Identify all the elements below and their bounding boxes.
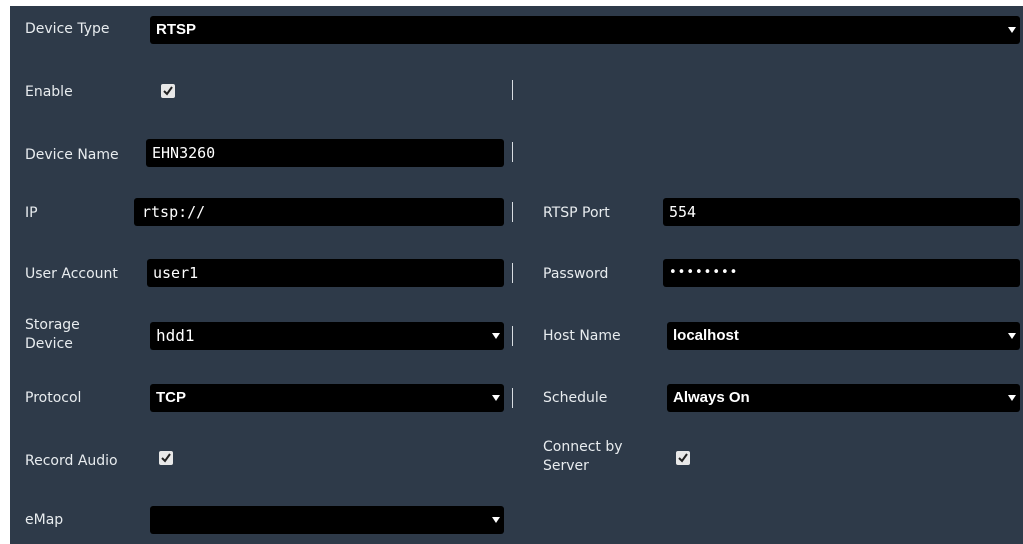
schedule-select[interactable]: Always On bbox=[667, 384, 1020, 412]
schedule-label: Schedule bbox=[543, 390, 608, 406]
device-name-label: Device Name bbox=[25, 147, 119, 163]
protocol-select[interactable]: TCP bbox=[150, 384, 504, 412]
divider bbox=[512, 142, 513, 162]
checkmark-icon bbox=[163, 86, 173, 96]
device-type-label: Device Type bbox=[25, 21, 110, 37]
rtsp-port-value: 554 bbox=[669, 203, 697, 221]
chevron-down-icon bbox=[1008, 333, 1016, 339]
device-name-input[interactable]: EHN3260 bbox=[146, 139, 504, 167]
connect-by-server-checkbox[interactable] bbox=[676, 451, 690, 465]
checkmark-icon bbox=[678, 453, 688, 463]
chevron-down-icon bbox=[492, 517, 500, 523]
enable-checkbox[interactable] bbox=[161, 84, 175, 98]
storage-device-value: hdd1 bbox=[156, 326, 195, 345]
storage-device-select[interactable]: hdd1 bbox=[150, 322, 504, 350]
chevron-down-icon bbox=[1008, 395, 1016, 401]
schedule-value: Always On bbox=[673, 389, 750, 406]
chevron-down-icon bbox=[492, 333, 500, 339]
protocol-label: Protocol bbox=[25, 390, 82, 406]
storage-device-label: Storage Device bbox=[25, 317, 80, 352]
device-name-value: EHN3260 bbox=[152, 144, 216, 162]
password-value: •••••••• bbox=[669, 265, 739, 280]
emap-label: eMap bbox=[25, 512, 64, 528]
divider bbox=[512, 263, 513, 283]
divider bbox=[512, 326, 513, 346]
divider bbox=[512, 202, 513, 222]
password-label: Password bbox=[543, 266, 609, 282]
rtsp-port-input[interactable]: 554 bbox=[663, 198, 1020, 226]
ip-label: IP bbox=[25, 205, 38, 221]
record-audio-checkbox[interactable] bbox=[159, 451, 173, 465]
record-audio-label: Record Audio bbox=[25, 453, 118, 469]
rtsp-port-label: RTSP Port bbox=[543, 205, 610, 221]
ip-value: rtsp:// bbox=[142, 203, 206, 221]
host-name-label: Host Name bbox=[543, 328, 621, 344]
checkmark-icon bbox=[161, 453, 171, 463]
connect-by-server-label: Connect by Server bbox=[543, 439, 623, 474]
protocol-value: TCP bbox=[156, 389, 186, 406]
user-account-input[interactable]: user1 bbox=[147, 259, 504, 287]
ip-input[interactable]: rtsp:// bbox=[134, 198, 504, 226]
chevron-down-icon bbox=[1008, 27, 1016, 33]
host-name-select[interactable]: localhost bbox=[667, 322, 1020, 350]
emap-select[interactable] bbox=[150, 506, 504, 534]
password-input[interactable]: •••••••• bbox=[663, 259, 1020, 287]
user-account-label: User Account bbox=[25, 266, 118, 282]
device-type-select[interactable]: RTSP bbox=[150, 16, 1020, 44]
user-account-value: user1 bbox=[153, 264, 199, 282]
divider bbox=[512, 80, 513, 100]
chevron-down-icon bbox=[492, 395, 500, 401]
device-type-value: RTSP bbox=[156, 21, 197, 38]
host-name-value: localhost bbox=[673, 327, 739, 344]
divider bbox=[512, 388, 513, 408]
enable-label: Enable bbox=[25, 84, 73, 100]
